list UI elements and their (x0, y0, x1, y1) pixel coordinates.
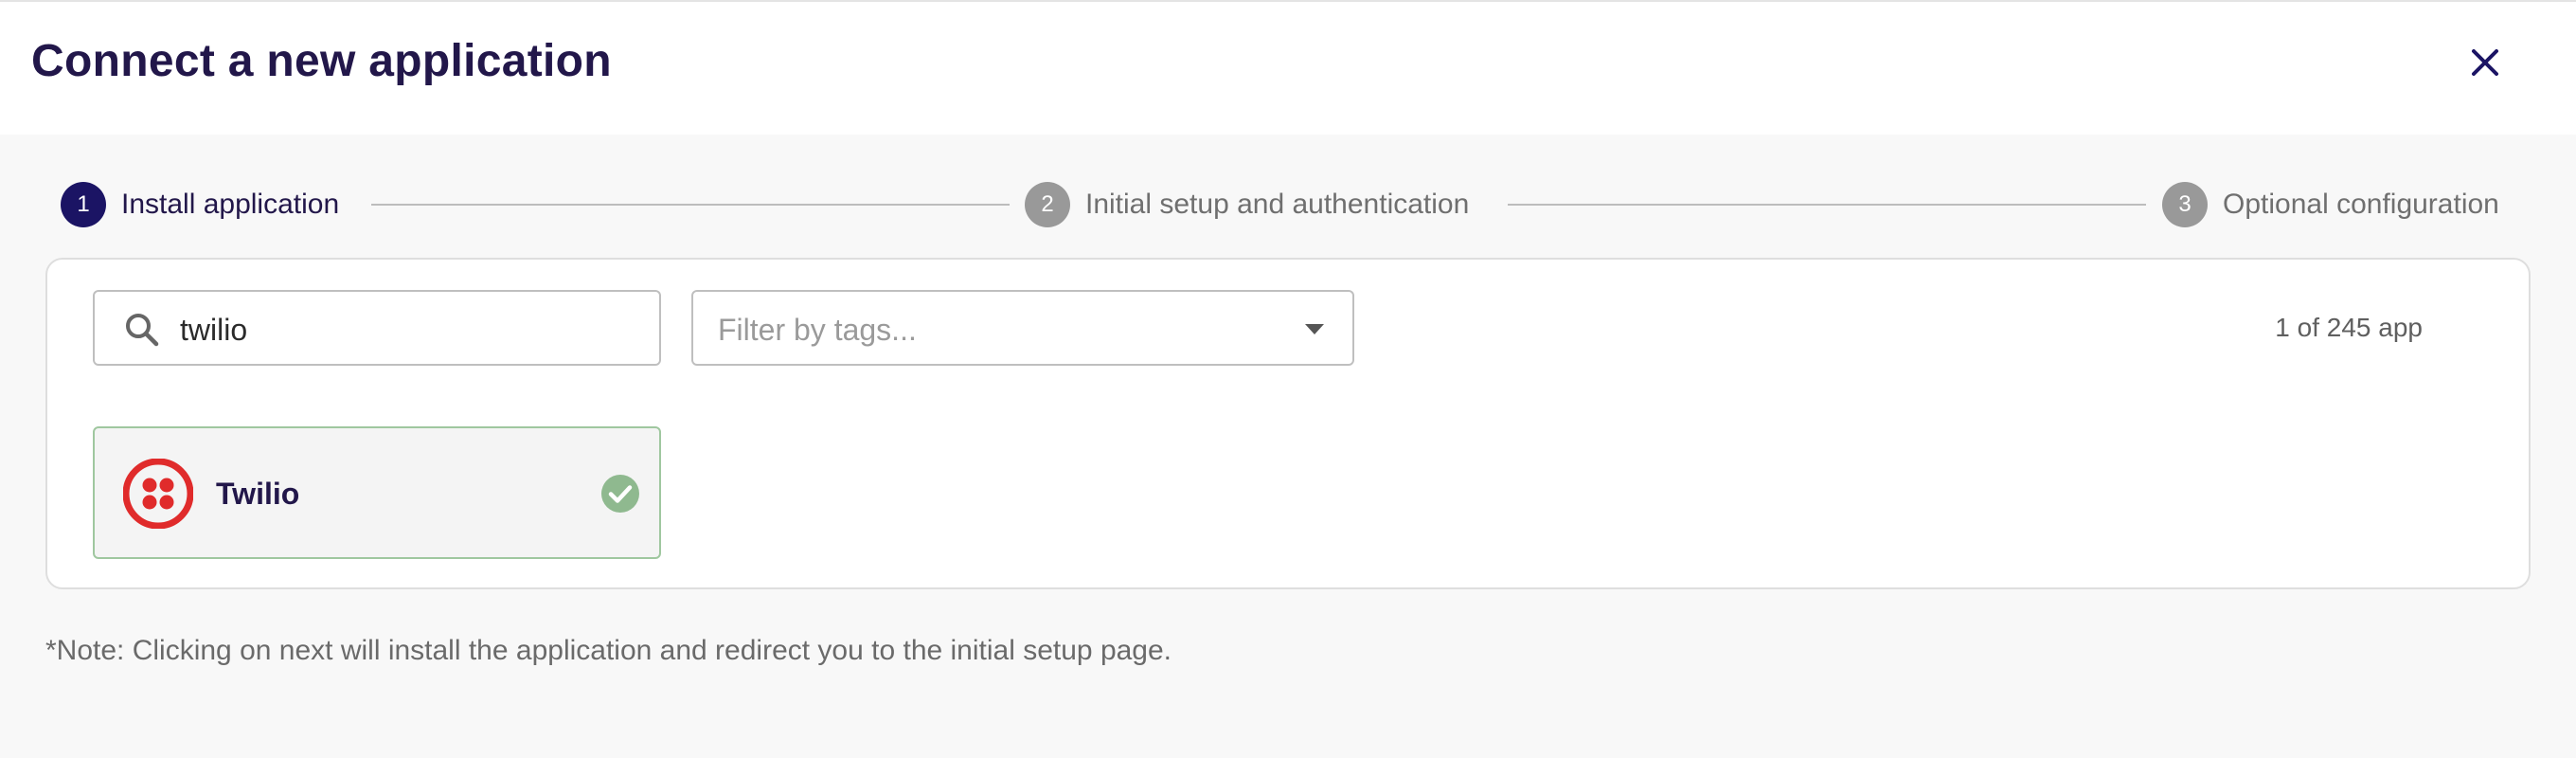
step-connector (371, 204, 1010, 206)
dialog-title: Connect a new application (31, 36, 612, 86)
app-selection-panel: twilio Filter by tags... 1 of 245 app Tw… (45, 258, 2531, 589)
step-optional-configuration: 3 Optional configuration (2162, 182, 2499, 227)
results-count: 1 of 245 app (2275, 313, 2423, 342)
stepper: 1 Install application 2 Initial setup an… (0, 176, 2576, 233)
step-install-application: 1 Install application (61, 182, 339, 227)
tag-filter-placeholder: Filter by tags... (718, 313, 917, 347)
app-name: Twilio (216, 477, 300, 511)
step-number: 3 (2162, 182, 2208, 227)
connect-application-dialog: Connect a new application 1 Install appl… (0, 0, 2576, 758)
step-label: Initial setup and authentication (1085, 189, 1470, 220)
twilio-logo (123, 459, 193, 529)
search-icon (126, 314, 159, 347)
search-value[interactable]: twilio (180, 312, 247, 348)
close-button[interactable] (2460, 38, 2510, 87)
check-circle-icon (601, 475, 639, 513)
install-note: *Note: Clicking on next will install the… (45, 635, 1172, 666)
close-icon (2472, 49, 2498, 76)
tag-filter-select[interactable]: Filter by tags... (691, 290, 1354, 366)
step-label: Install application (121, 189, 340, 220)
step-connector (1508, 204, 2146, 206)
search-input[interactable]: twilio (93, 290, 661, 366)
step-number: 2 (1025, 182, 1070, 227)
step-number: 1 (61, 182, 106, 227)
step-label: Optional configuration (2223, 189, 2499, 220)
app-card-twilio[interactable]: Twilio (93, 426, 661, 559)
dialog-header: Connect a new application (0, 0, 2576, 135)
chevron-down-icon[interactable] (1305, 324, 1324, 334)
step-initial-setup: 2 Initial setup and authentication (1025, 182, 1469, 227)
